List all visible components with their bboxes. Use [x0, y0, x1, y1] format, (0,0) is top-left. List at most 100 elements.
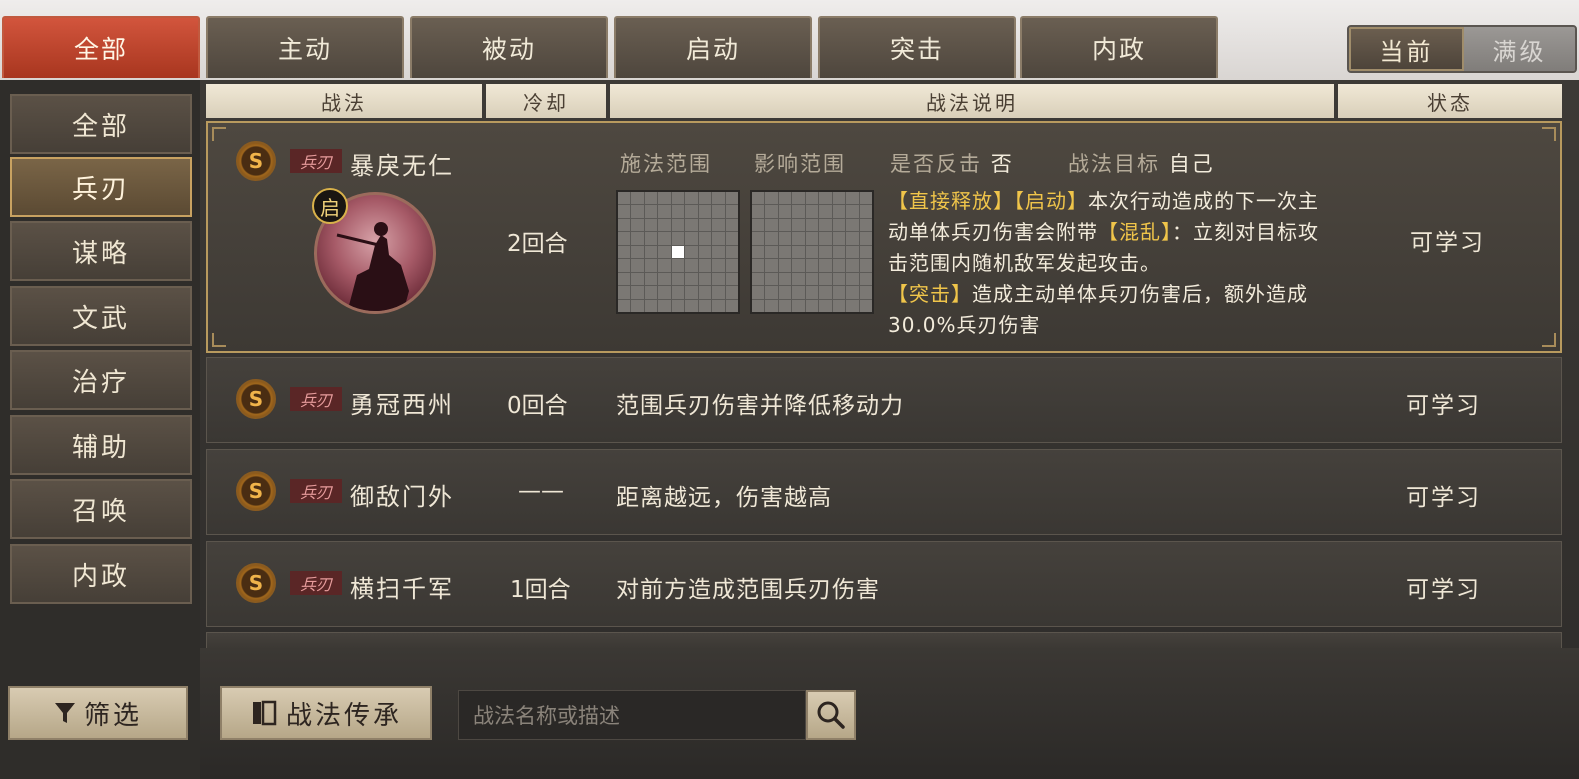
- range-cell: [846, 205, 859, 218]
- range-cell: [859, 205, 872, 218]
- range-cell: [725, 299, 738, 312]
- tactic-description: 对前方造成范围兵刃伤害: [616, 577, 880, 603]
- effect-range-label: 影响范围: [754, 152, 846, 176]
- range-cell: [819, 245, 832, 259]
- range-cell: [819, 232, 832, 245]
- range-cell: [685, 192, 698, 205]
- sidebar-item-summon[interactable]: 召唤: [10, 479, 192, 539]
- range-cell: [631, 272, 644, 286]
- range-cell: [846, 299, 859, 312]
- range-cell: [832, 299, 846, 312]
- range-cell: [712, 245, 725, 259]
- range-cell: [805, 218, 819, 232]
- tab-active[interactable]: 主动: [206, 16, 404, 78]
- filter-button[interactable]: 筛选: [8, 686, 188, 740]
- sidebar-item-civil-martial[interactable]: 文武: [10, 286, 192, 346]
- range-cell: [618, 259, 631, 272]
- tab-all[interactable]: 全部: [2, 16, 200, 78]
- tab-assault[interactable]: 突击: [818, 16, 1016, 78]
- range-cell: [778, 259, 792, 272]
- tactic-description: 距离越远，伤害越高: [616, 485, 832, 511]
- range-cell: [671, 218, 685, 232]
- range-cell: [778, 272, 792, 286]
- range-cell: [618, 272, 631, 286]
- tab-launch[interactable]: 启动: [614, 16, 812, 78]
- tab-internal[interactable]: 内政: [1020, 16, 1218, 78]
- range-cell: [698, 245, 712, 259]
- cast-range-grid: [616, 190, 740, 314]
- range-cell: [846, 218, 859, 232]
- range-cell: [846, 286, 859, 299]
- range-cell: [792, 192, 805, 205]
- search-icon: [817, 701, 845, 729]
- range-cell: [644, 218, 658, 232]
- range-cell: [725, 286, 738, 299]
- tactic-name: 横扫千军: [350, 575, 454, 603]
- range-cell: [859, 192, 872, 205]
- grade-badge: S: [236, 563, 276, 603]
- range-cell: [671, 286, 685, 299]
- range-cell: [792, 259, 805, 272]
- sidebar-item-support[interactable]: 辅助: [10, 415, 192, 475]
- range-cell: [631, 245, 644, 259]
- tactic-description: 范围兵刃伤害并降低移动力: [616, 393, 904, 419]
- range-cell: [832, 232, 846, 245]
- tactic-cooldown: 2回合: [507, 231, 568, 257]
- column-header-status: 状态: [1338, 84, 1562, 118]
- range-cell: [832, 272, 846, 286]
- toggle-max-level[interactable]: 满级: [1464, 27, 1575, 71]
- sidebar-item-blade[interactable]: 兵刃: [10, 157, 192, 217]
- range-cell: [752, 205, 765, 218]
- level-toggle[interactable]: 当前 满级: [1347, 25, 1577, 73]
- range-cell: [819, 299, 832, 312]
- range-cell: [644, 259, 658, 272]
- range-cell: [819, 205, 832, 218]
- range-cell: [752, 259, 765, 272]
- range-cell: [778, 245, 792, 259]
- range-cell: [778, 232, 792, 245]
- range-cell: [631, 218, 644, 232]
- range-cell: [698, 286, 712, 299]
- range-cell: [765, 259, 778, 272]
- tactic-cooldown: 1回合: [510, 577, 571, 603]
- counter-attack: 是否反击 否: [890, 152, 1014, 176]
- range-cell: [671, 299, 685, 312]
- sidebar-item-strategy[interactable]: 谋略: [10, 221, 192, 281]
- cast-range-label: 施法范围: [620, 152, 712, 176]
- range-cell: [658, 245, 671, 259]
- search-button[interactable]: [806, 690, 856, 740]
- sidebar-item-all[interactable]: 全部: [10, 94, 192, 154]
- range-cell: [778, 286, 792, 299]
- range-cell: [631, 259, 644, 272]
- range-cell: [832, 259, 846, 272]
- range-cell: [859, 232, 872, 245]
- toggle-current[interactable]: 当前: [1349, 27, 1464, 71]
- range-cell: [752, 192, 765, 205]
- range-cell: [805, 286, 819, 299]
- tab-passive[interactable]: 被动: [410, 16, 608, 78]
- range-cell: [778, 299, 792, 312]
- range-cell: [859, 245, 872, 259]
- column-header-cooldown: 冷却: [486, 84, 606, 118]
- range-cell: [644, 286, 658, 299]
- range-cell: [671, 205, 685, 218]
- range-cell: [644, 205, 658, 218]
- range-cell: [805, 192, 819, 205]
- inherit-button-label: 战法传承: [285, 700, 402, 731]
- range-cell: [846, 245, 859, 259]
- search-input[interactable]: 战法名称或描述: [458, 690, 806, 740]
- type-tag: 兵刃: [290, 479, 342, 503]
- frame-corner: [212, 333, 226, 347]
- sidebar-item-internal[interactable]: 内政: [10, 544, 192, 604]
- tactic-status: 可学习: [1406, 393, 1481, 419]
- range-cell: [712, 286, 725, 299]
- inherit-tactic-button[interactable]: 战法传承: [220, 686, 432, 740]
- range-cell: [725, 272, 738, 286]
- range-cell: [792, 299, 805, 312]
- frame-corner: [1542, 127, 1556, 141]
- range-cell: [685, 218, 698, 232]
- grade-badge: S: [236, 471, 276, 511]
- range-cell: [819, 192, 832, 205]
- range-cell: [805, 232, 819, 245]
- sidebar-item-heal[interactable]: 治疗: [10, 350, 192, 410]
